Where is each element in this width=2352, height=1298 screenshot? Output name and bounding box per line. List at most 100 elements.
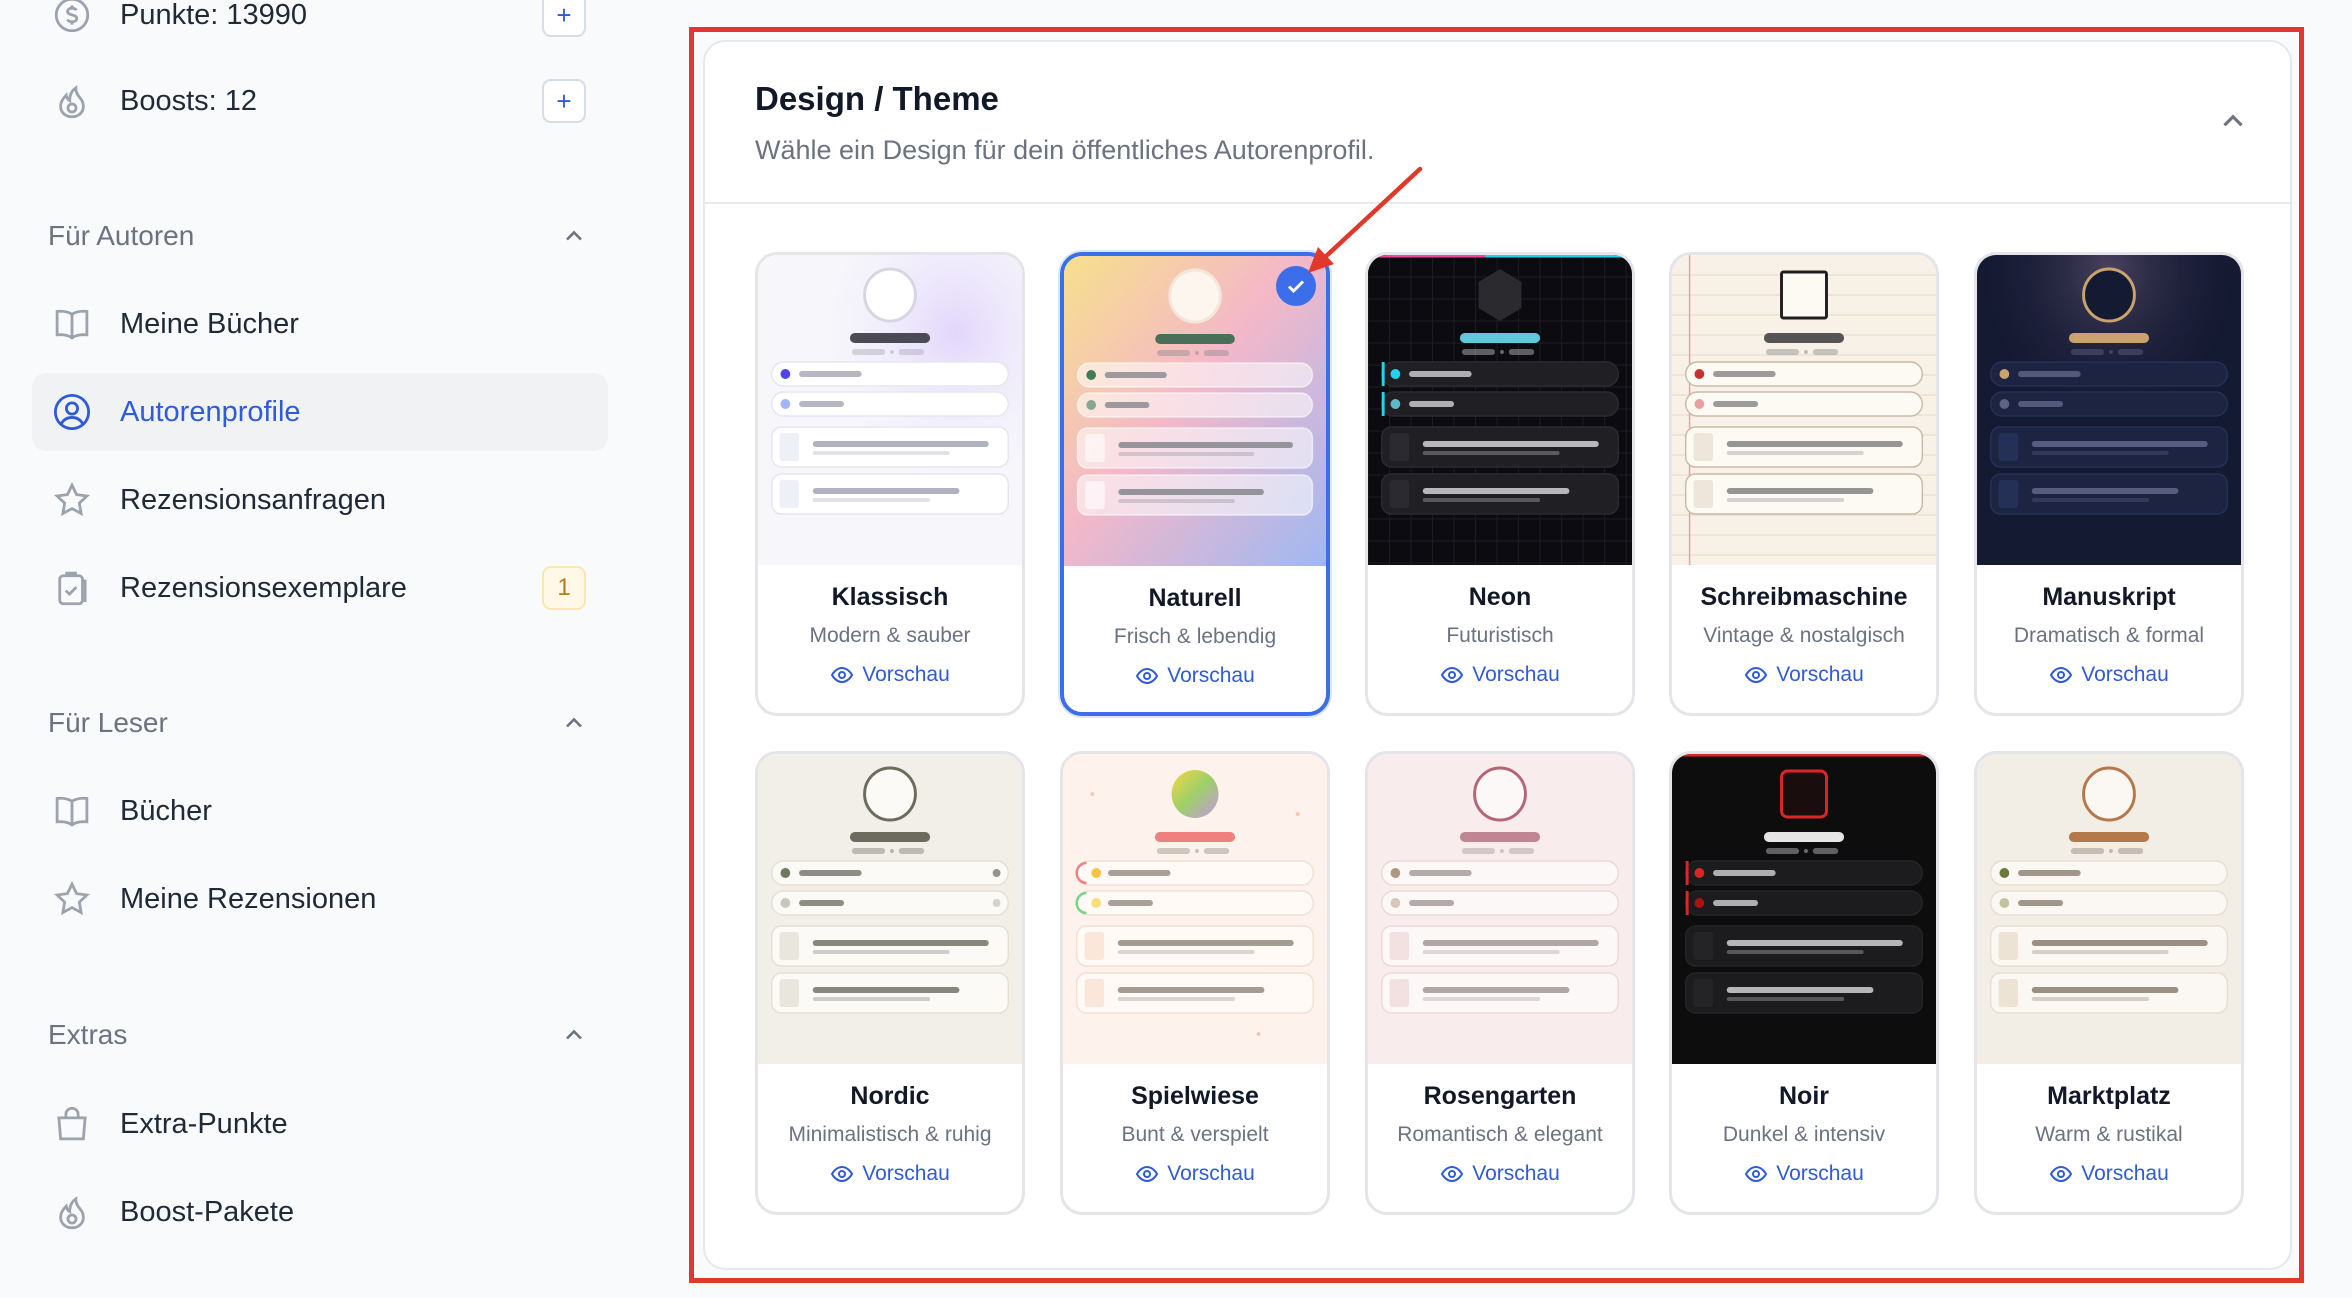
user-circle-icon [50,390,94,434]
theme-description: Dunkel & intensiv [1722,1123,1886,1146]
section-header-readers[interactable]: Für Leser [48,703,588,743]
theme-thumbnail [1368,255,1632,565]
theme-card-spielwiese[interactable]: Spielwiese Bunt & verspielt Vorschau [1060,751,1330,1215]
chevron-up-icon [566,1029,582,1040]
sidebar-item-label: Bücher [120,794,212,827]
theme-description: Romantisch & elegant [1397,1123,1603,1146]
sidebar-item-label: Boost-Pakete [120,1195,295,1228]
book-open-icon [50,789,94,833]
sidebar-item-label: Meine Bücher [120,307,299,340]
sidebar-item-rezensionsexemplare[interactable]: Rezensionsexemplare 1 [32,549,608,627]
section-title-extras: Extras [48,1019,128,1050]
preview-label: Vorschau [862,1162,950,1185]
shopping-bag-icon [50,1102,94,1146]
theme-name: Noir [1779,1082,1829,1110]
boosts-row: Boosts: 12 + [32,62,608,140]
sidebar-item-label: Rezensionsexemplare [120,571,407,604]
theme-card-nordic[interactable]: Nordic Minimalistisch & ruhig Vorschau [755,751,1025,1215]
collapse-button[interactable] [2216,104,2250,138]
theme-description: Frisch & lebendig [1113,625,1277,648]
boosts-label: Boosts: 12 [120,84,258,117]
sidebar-item-boost-pakete[interactable]: Boost-Pakete [32,1173,608,1251]
section-title-authors: Für Autoren [48,220,195,251]
theme-thumbnail [758,255,1022,565]
sidebar-item-rezensionsanfragen[interactable]: Rezensionsanfragen [32,461,608,539]
eye-icon [1136,1165,1159,1183]
preview-link[interactable]: Vorschau [1063,1162,1327,1186]
sidebar: Punkte: 13990 + Boosts: 12 + Für Autoren… [0,0,640,1298]
theme-name: Manuskript [2042,583,2176,611]
star-icon [50,877,94,921]
theme-card-marktplatz[interactable]: Marktplatz Warm & rustikal Vorschau [1974,751,2244,1215]
sidebar-item-meine-buecher[interactable]: Meine Bücher [32,285,608,363]
theme-card-schreibmaschine[interactable]: Schreibmaschine Vintage & nostalgisch Vors… [1669,252,1939,716]
theme-name: Nordic [850,1082,930,1110]
eye-icon [1745,666,1768,684]
sidebar-item-label: Rezensionsanfragen [120,483,387,516]
theme-name: Neon [1468,583,1532,611]
flame-icon [50,1190,94,1234]
theme-name: Marktplatz [2047,1082,2171,1110]
panel-title: Design / Theme [755,80,999,117]
add-points-button[interactable]: + [542,0,586,37]
section-header-authors[interactable]: Für Autoren [48,216,588,256]
chevron-up-icon [566,230,582,241]
chevron-up-icon [2223,114,2243,127]
theme-description: Warm & rustikal [2035,1123,2183,1146]
theme-thumbnail [1672,255,1936,565]
preview-link[interactable]: Vorschau [1977,663,2241,687]
theme-name: Naturell [1148,584,1242,612]
preview-link[interactable]: Vorschau [1672,663,1936,687]
sidebar-item-buecher[interactable]: Bücher [32,772,608,850]
theme-description: Vintage & nostalgisch [1703,624,1905,647]
theme-thumbnail [1977,754,2241,1064]
preview-link[interactable]: Vorschau [1368,1162,1632,1186]
theme-card-manuskript[interactable]: Manuskript Dramatisch & formal Vorschau [1974,252,2244,716]
preview-link[interactable]: Vorschau [1368,663,1632,687]
theme-card-naturell[interactable]: Naturell Frisch & lebendig Vorschau [1060,252,1330,716]
add-boosts-button[interactable]: + [542,79,586,123]
theme-card-rosengarten[interactable]: Rosengarten Romantisch & elegant Vorschau [1365,751,1635,1215]
preview-label: Vorschau [1776,663,1864,686]
section-header-extras[interactable]: Extras [48,1015,588,1055]
eye-icon [2050,1165,2073,1183]
chevron-up-icon [566,717,582,728]
preview-link[interactable]: Vorschau [1064,664,1326,688]
sidebar-item-meine-rezensionen[interactable]: Meine Rezensionen [32,860,608,938]
theme-name: Klassisch [831,583,949,611]
preview-link[interactable]: Vorschau [1977,1162,2241,1186]
sidebar-item-label: Autorenprofile [120,395,301,428]
theme-name: Rosengarten [1423,1082,1577,1110]
eye-icon [831,666,854,684]
preview-label: Vorschau [862,663,950,686]
preview-label: Vorschau [1776,1162,1864,1185]
preview-label: Vorschau [1472,1162,1560,1185]
points-row: Punkte: 13990 + [32,0,608,54]
preview-link[interactable]: Vorschau [1672,1162,1936,1186]
star-icon [50,478,94,522]
selected-check-icon [1276,266,1316,306]
eye-icon [1745,1165,1768,1183]
sidebar-item-autorenprofile[interactable]: Autorenprofile [32,373,608,451]
eye-icon [831,1165,854,1183]
preview-label: Vorschau [1167,664,1255,687]
theme-description: Futuristisch [1446,624,1554,647]
theme-card-noir[interactable]: Noir Dunkel & intensiv Vorschau [1669,751,1939,1215]
theme-thumbnail [758,754,1022,1064]
eye-icon [2050,666,2073,684]
eye-icon [1441,666,1464,684]
eye-icon [1441,1165,1464,1183]
panel-subtitle: Wähle ein Design für dein öffentliches A… [755,135,1375,165]
theme-card-neon[interactable]: Neon Futuristisch Vorschau [1365,252,1635,716]
theme-card-klassisch[interactable]: Klassisch Modern & sauber Vorschau [755,252,1025,716]
preview-link[interactable]: Vorschau [758,663,1022,687]
dollar-coin-icon [50,0,94,37]
theme-name: Spielwiese [1131,1082,1259,1110]
theme-thumbnail [1368,754,1632,1064]
preview-label: Vorschau [1472,663,1560,686]
theme-name: Schreibmaschine [1700,583,1908,611]
theme-thumbnail [1672,754,1936,1064]
preview-link[interactable]: Vorschau [758,1162,1022,1186]
sidebar-item-extra-punkte[interactable]: Extra-Punkte [32,1085,608,1163]
preview-label: Vorschau [2081,663,2169,686]
